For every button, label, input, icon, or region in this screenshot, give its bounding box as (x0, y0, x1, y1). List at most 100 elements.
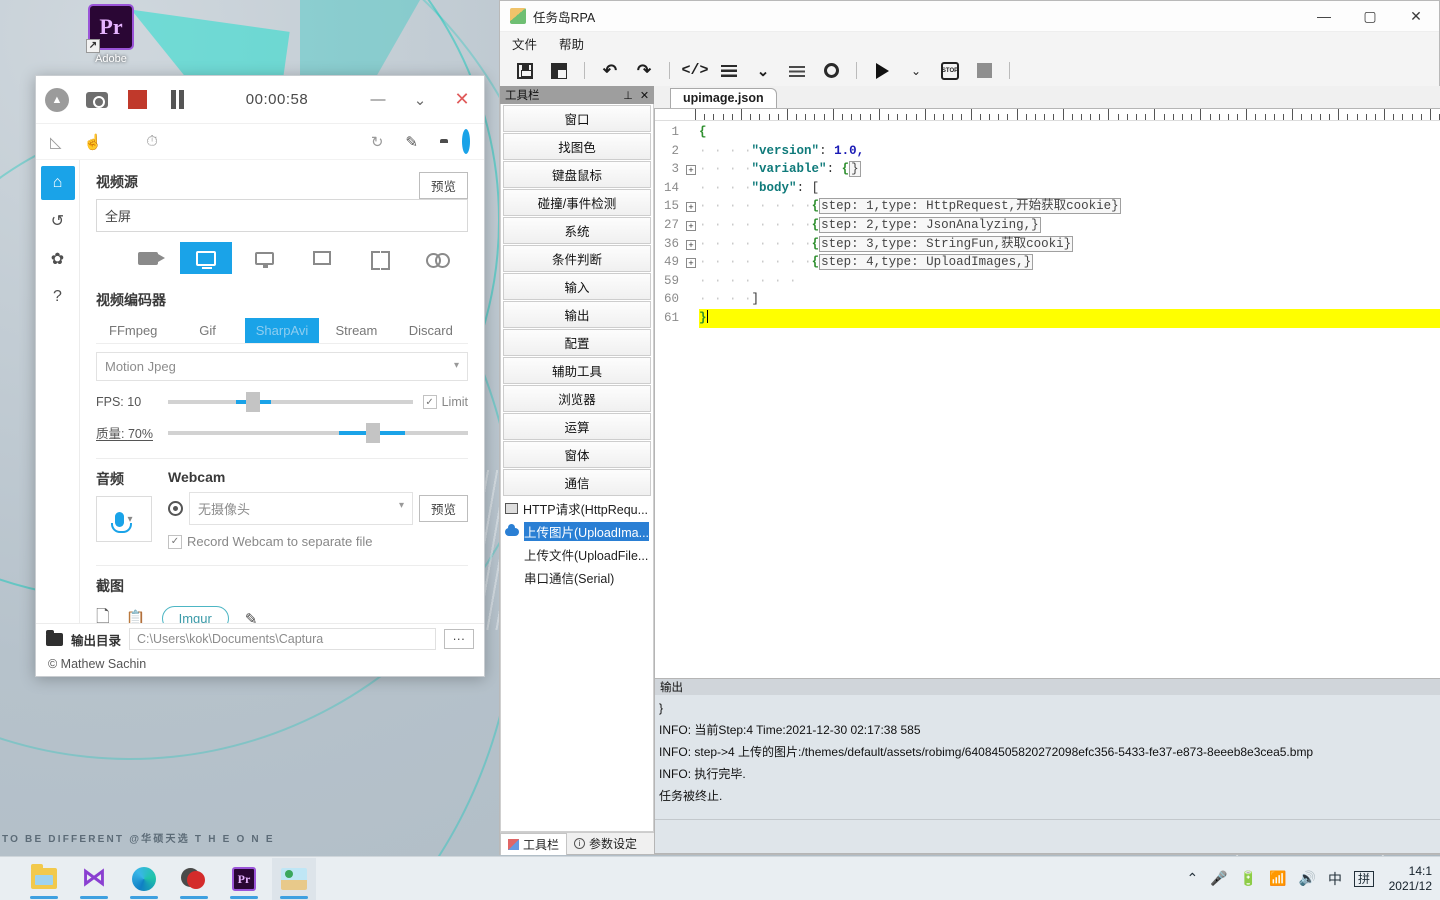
webcam-separate-file-checkbox[interactable]: ✓ Record Webcam to separate file (168, 534, 468, 549)
menu-item-file[interactable]: 文件 (512, 34, 537, 53)
tray-overflow-icon[interactable]: ⌃ (1187, 870, 1199, 887)
tool-item-uploadimage[interactable]: 上传图片(UploadIma... (501, 520, 653, 543)
tab-toolbar[interactable]: 工具栏 (500, 832, 568, 855)
taskbar-item-microsoft-edge[interactable] (122, 858, 166, 900)
mode-region-button[interactable] (354, 242, 406, 274)
battery-icon[interactable]: 🔋 (1240, 870, 1257, 887)
fps-slider[interactable] (168, 392, 413, 412)
timer-icon[interactable]: ⏱ (146, 133, 158, 150)
encoder-tab-ffmpeg[interactable]: FFmpeg (96, 318, 170, 343)
cursor-icon[interactable]: ◺ (50, 133, 62, 151)
fold-toggle-icon[interactable]: + (686, 165, 697, 176)
taskbar-clock[interactable]: 14:1 2021/12 (1386, 864, 1434, 894)
file-icon[interactable]: 🗋 (96, 604, 110, 623)
code-line[interactable]: · · · · · · · ·{step: 2,type: JsonAnalyz… (699, 216, 1440, 235)
tool-category-output[interactable]: 输出 (503, 301, 652, 328)
captura-window[interactable]: ▲ 00:00:58 — ⌄ ✕ ◺ ☝ ⏱ ↻ ✎ ⌂ ↺ ✿ ? 视频源 预… (35, 75, 485, 677)
pin-icon[interactable]: ⊥ (623, 89, 633, 102)
code-view-button[interactable]: </> (682, 60, 709, 82)
fold-toggle-icon[interactable]: + (686, 258, 697, 269)
tool-category-window[interactable]: 窗口 (503, 105, 652, 132)
microphone-selector[interactable]: ▾ (96, 496, 152, 542)
tool-category-form[interactable]: 窗体 (503, 441, 652, 468)
editor-tab-upimage-json[interactable]: upimage.json (670, 88, 777, 108)
collapse-all-button[interactable]: ⌄ (752, 60, 774, 82)
save-button[interactable] (514, 60, 536, 82)
webcam-device-select[interactable]: 无摄像头 ▾ (189, 492, 413, 525)
pause-record-button[interactable] (164, 87, 190, 113)
encoder-tab-gif[interactable]: Gif (170, 318, 244, 343)
tool-category-browser[interactable]: 浏览器 (503, 385, 652, 412)
video-source-value[interactable]: 全屏 (96, 199, 468, 232)
tool-category-condition[interactable]: 条件判断 (503, 245, 652, 272)
video-source-preview-button[interactable]: 预览 (418, 172, 468, 199)
menu-item-help[interactable]: 帮助 (559, 34, 584, 53)
redo-button[interactable]: ↷ (633, 60, 655, 82)
browse-button[interactable]: ··· (443, 629, 474, 649)
stop-button[interactable]: STOP (939, 60, 961, 82)
tool-item-uploadfile[interactable]: 上传文件(UploadFile... (501, 543, 653, 566)
validate-button[interactable] (786, 60, 808, 82)
tool-category-input[interactable]: 输入 (503, 273, 652, 300)
encoder-tab-discard[interactable]: Discard (394, 318, 468, 343)
code-line[interactable]: } (699, 308, 1440, 328)
tool-category-keyboardmouse[interactable]: 键盘鼠标 (503, 161, 652, 188)
edit-icon[interactable]: ✎ (245, 610, 258, 624)
code-line[interactable]: · · · · · · · (699, 272, 1440, 291)
mode-webcam-button[interactable] (122, 242, 174, 274)
refresh-icon[interactable]: ↻ (371, 133, 384, 151)
taskbar-item-file-explorer[interactable] (22, 858, 66, 900)
captura-close-button[interactable]: ✕ (448, 87, 476, 113)
mode-desktop-duplication-button[interactable] (238, 242, 290, 274)
editor-fold-column[interactable]: + + + + + (683, 121, 699, 678)
encoder-tab-stream[interactable]: Stream (319, 318, 393, 343)
code-line[interactable]: · · · · · · · ·{step: 4,type: UploadImag… (699, 253, 1440, 272)
webcam-preview-button[interactable]: 预览 (418, 495, 468, 522)
ime-mode-indicator[interactable]: 中 (1328, 869, 1342, 889)
tool-category-config[interactable]: 配置 (503, 329, 652, 356)
tool-item-serial[interactable]: 串口通信(Serial) (501, 566, 653, 589)
imgur-button[interactable]: Imgur (161, 606, 229, 623)
code-line[interactable]: · · · · · · · ·{step: 3,type: StringFun,… (699, 235, 1440, 254)
code-line[interactable]: · · · ·"body": [ (699, 179, 1440, 198)
editor-code[interactable]: {· · · ·"version": 1.0, · · · ·"variable"… (699, 121, 1440, 678)
tool-category-findcolor[interactable]: 找图色 (503, 133, 652, 160)
ime-pinyin-indicator[interactable]: 拼 (1353, 870, 1374, 887)
rpa-minimize-button[interactable]: — (1301, 1, 1347, 32)
taskbar-item-adobe-premiere[interactable]: Pr (222, 858, 266, 900)
code-line[interactable]: · · · ·"version": 1.0, (699, 142, 1440, 161)
close-icon[interactable]: ✕ (640, 89, 649, 102)
screenshot-button[interactable] (84, 87, 110, 113)
taskbar-item-task-island-rpa[interactable] (272, 857, 316, 900)
fold-toggle-icon[interactable]: + (686, 202, 697, 213)
fps-limit-checkbox[interactable]: ✓ Limit (422, 395, 468, 409)
save-as-button[interactable] (548, 60, 570, 82)
rail-item-history[interactable]: ↺ (41, 204, 75, 238)
mode-novideo-button[interactable] (412, 242, 464, 274)
code-line[interactable]: { (699, 123, 1440, 142)
volume-icon[interactable]: 🔊 (1299, 870, 1316, 887)
tab-parameter-settings[interactable]: i 参数设定 (567, 833, 644, 854)
list-view-button[interactable] (718, 60, 740, 82)
upload-button[interactable]: ▲ (44, 87, 70, 113)
microphone-icon[interactable]: 🎤 (1210, 870, 1227, 887)
taskbar-item-chrome-recorder[interactable] (172, 858, 216, 900)
clipboard-icon[interactable]: 📋 (126, 609, 146, 624)
tool-category-math[interactable]: 运算 (503, 413, 652, 440)
stop-record-button[interactable] (124, 87, 150, 113)
folder-icon[interactable] (46, 629, 63, 646)
quality-slider[interactable] (168, 422, 468, 443)
wifi-icon[interactable]: 📶 (1269, 870, 1286, 887)
rpa-close-button[interactable]: ✕ (1393, 1, 1439, 32)
code-line[interactable]: · · · ·"variable": {} (699, 160, 1440, 179)
tool-category-communication[interactable]: 通信 (503, 469, 652, 496)
run-options-button[interactable]: ⌄ (905, 60, 927, 82)
tool-item-httprequest[interactable]: HTTP请求(HttpRequ... (501, 497, 653, 520)
halt-button[interactable] (973, 60, 995, 82)
fold-toggle-icon[interactable]: + (686, 220, 697, 231)
encoder-tab-sharpavi[interactable]: SharpAvi (244, 318, 320, 343)
desktop-icon-adobe-premiere[interactable]: Pr ↗ Adobe (78, 4, 144, 65)
tool-category-collision[interactable]: 碰撞/事件检测 (503, 189, 652, 216)
brush-icon[interactable]: ✎ (405, 133, 418, 151)
rail-item-home[interactable]: ⌂ (40, 166, 75, 200)
